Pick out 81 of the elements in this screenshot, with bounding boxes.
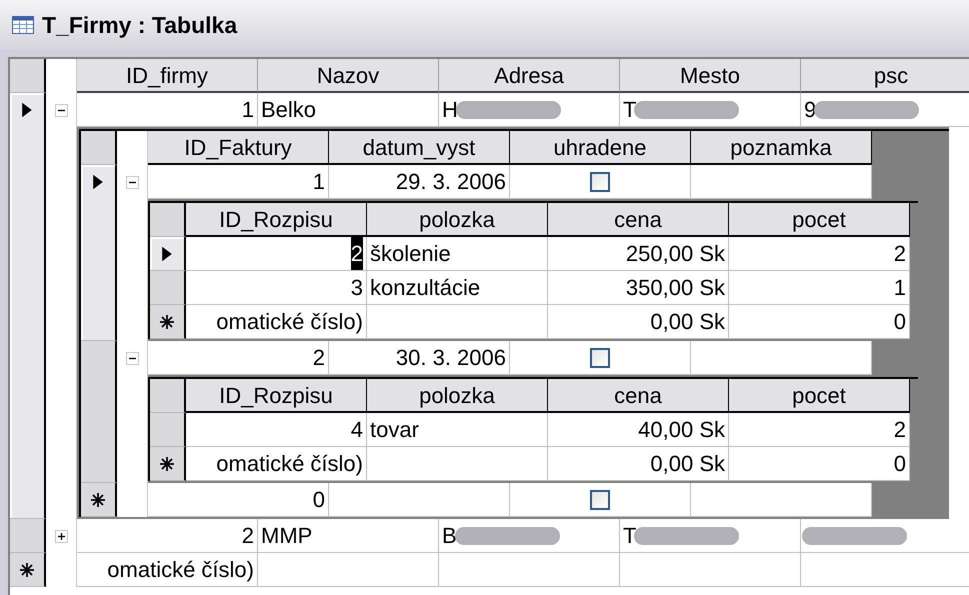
table-cell: omatické číslo) bbox=[186, 447, 367, 481]
column-header[interactable]: polozka bbox=[367, 203, 548, 237]
current-record-icon bbox=[92, 173, 104, 191]
table-cell: 2 bbox=[729, 413, 910, 447]
table-cell: 0,00 Sk bbox=[548, 447, 729, 481]
cell-text: T bbox=[623, 96, 636, 124]
column-header[interactable]: poznamka bbox=[691, 131, 872, 165]
record-selector[interactable] bbox=[10, 519, 46, 553]
table-cell: 0 bbox=[729, 305, 910, 339]
expand-icon[interactable] bbox=[54, 530, 68, 543]
column-header[interactable]: pocet bbox=[729, 379, 910, 413]
table-cell: omatické číslo) bbox=[186, 305, 367, 339]
record-selector[interactable] bbox=[10, 553, 46, 587]
table-cell: 0 bbox=[148, 483, 329, 517]
new-record-icon bbox=[159, 456, 175, 472]
select-all-corner[interactable] bbox=[81, 131, 117, 165]
collapse-icon[interactable] bbox=[126, 352, 138, 365]
record-selector[interactable] bbox=[150, 305, 186, 339]
column-header[interactable]: Nazov bbox=[258, 59, 439, 93]
table-icon bbox=[12, 16, 34, 34]
current-record-icon bbox=[21, 101, 33, 119]
table-cell: 2 bbox=[148, 341, 329, 375]
collapse-icon[interactable] bbox=[54, 104, 68, 117]
column-header[interactable]: ID_Rozpisu bbox=[186, 379, 367, 413]
column-header[interactable]: datum_vyst bbox=[329, 131, 510, 165]
table-cell: 2 bbox=[186, 237, 367, 271]
table-cell: MMP bbox=[258, 519, 439, 553]
current-record-icon bbox=[161, 245, 173, 263]
column-header[interactable]: ID_Rozpisu bbox=[186, 203, 367, 237]
window-title: T_Firmy : Tabulka bbox=[42, 12, 238, 38]
checkbox[interactable] bbox=[590, 490, 610, 510]
table-cell: tovar bbox=[367, 413, 548, 447]
record-selector[interactable] bbox=[10, 93, 46, 519]
new-record-icon bbox=[159, 314, 175, 330]
table-cell: 1 bbox=[77, 93, 258, 127]
checkbox[interactable] bbox=[590, 348, 610, 368]
table-cell: 30. 3. 2006 bbox=[329, 341, 510, 375]
column-header[interactable]: cena bbox=[548, 379, 729, 413]
table-cell: 0 bbox=[729, 447, 910, 481]
table-cell: konzultácie bbox=[367, 271, 548, 305]
table-cell: 4 bbox=[186, 413, 367, 447]
column-header[interactable]: Mesto bbox=[620, 59, 801, 93]
select-all-corner[interactable] bbox=[10, 59, 46, 93]
table-cell: 40,00 Sk bbox=[548, 413, 729, 447]
table-cell: školenie bbox=[367, 237, 548, 271]
column-header[interactable]: pocet bbox=[729, 203, 910, 237]
column-header[interactable]: psc bbox=[801, 59, 969, 93]
column-header[interactable]: ID_Faktury bbox=[148, 131, 329, 165]
record-selector[interactable] bbox=[150, 447, 186, 481]
table-cell: 2 bbox=[77, 519, 258, 553]
record-selector[interactable] bbox=[81, 165, 117, 341]
collapse-icon[interactable] bbox=[126, 176, 138, 189]
record-selector[interactable] bbox=[150, 413, 186, 447]
cell-text: T bbox=[623, 522, 636, 550]
cell-text: H bbox=[442, 96, 458, 124]
checkbox[interactable] bbox=[590, 172, 610, 192]
column-header[interactable]: uhradene bbox=[510, 131, 691, 165]
table-cell: omatické číslo) bbox=[77, 553, 258, 587]
table-cell: 0,00 Sk bbox=[548, 305, 729, 339]
table-cell: 1 bbox=[729, 271, 910, 305]
table-cell: 29. 3. 2006 bbox=[329, 165, 510, 199]
record-selector[interactable] bbox=[81, 483, 117, 517]
column-header[interactable]: ID_firmy bbox=[77, 59, 258, 93]
column-header[interactable]: polozka bbox=[367, 379, 548, 413]
record-selector[interactable] bbox=[81, 341, 117, 483]
select-all-corner[interactable] bbox=[150, 379, 186, 413]
table-cell: 350,00 Sk bbox=[548, 271, 729, 305]
column-header[interactable]: Adresa bbox=[439, 59, 620, 93]
table-cell: 3 bbox=[186, 271, 367, 305]
cell-text: B bbox=[442, 522, 457, 550]
table-cell: 1 bbox=[148, 165, 329, 199]
new-record-icon bbox=[19, 562, 35, 578]
record-selector[interactable] bbox=[150, 271, 186, 305]
table-cell: 250,00 Sk bbox=[548, 237, 729, 271]
select-all-corner[interactable] bbox=[150, 203, 186, 237]
table-cell: 2 bbox=[729, 237, 910, 271]
record-selector[interactable] bbox=[150, 237, 186, 271]
new-record-icon bbox=[90, 492, 106, 508]
table-cell: Belko bbox=[258, 93, 439, 127]
cell-text: 9 bbox=[804, 96, 816, 124]
column-header[interactable]: cena bbox=[548, 203, 729, 237]
